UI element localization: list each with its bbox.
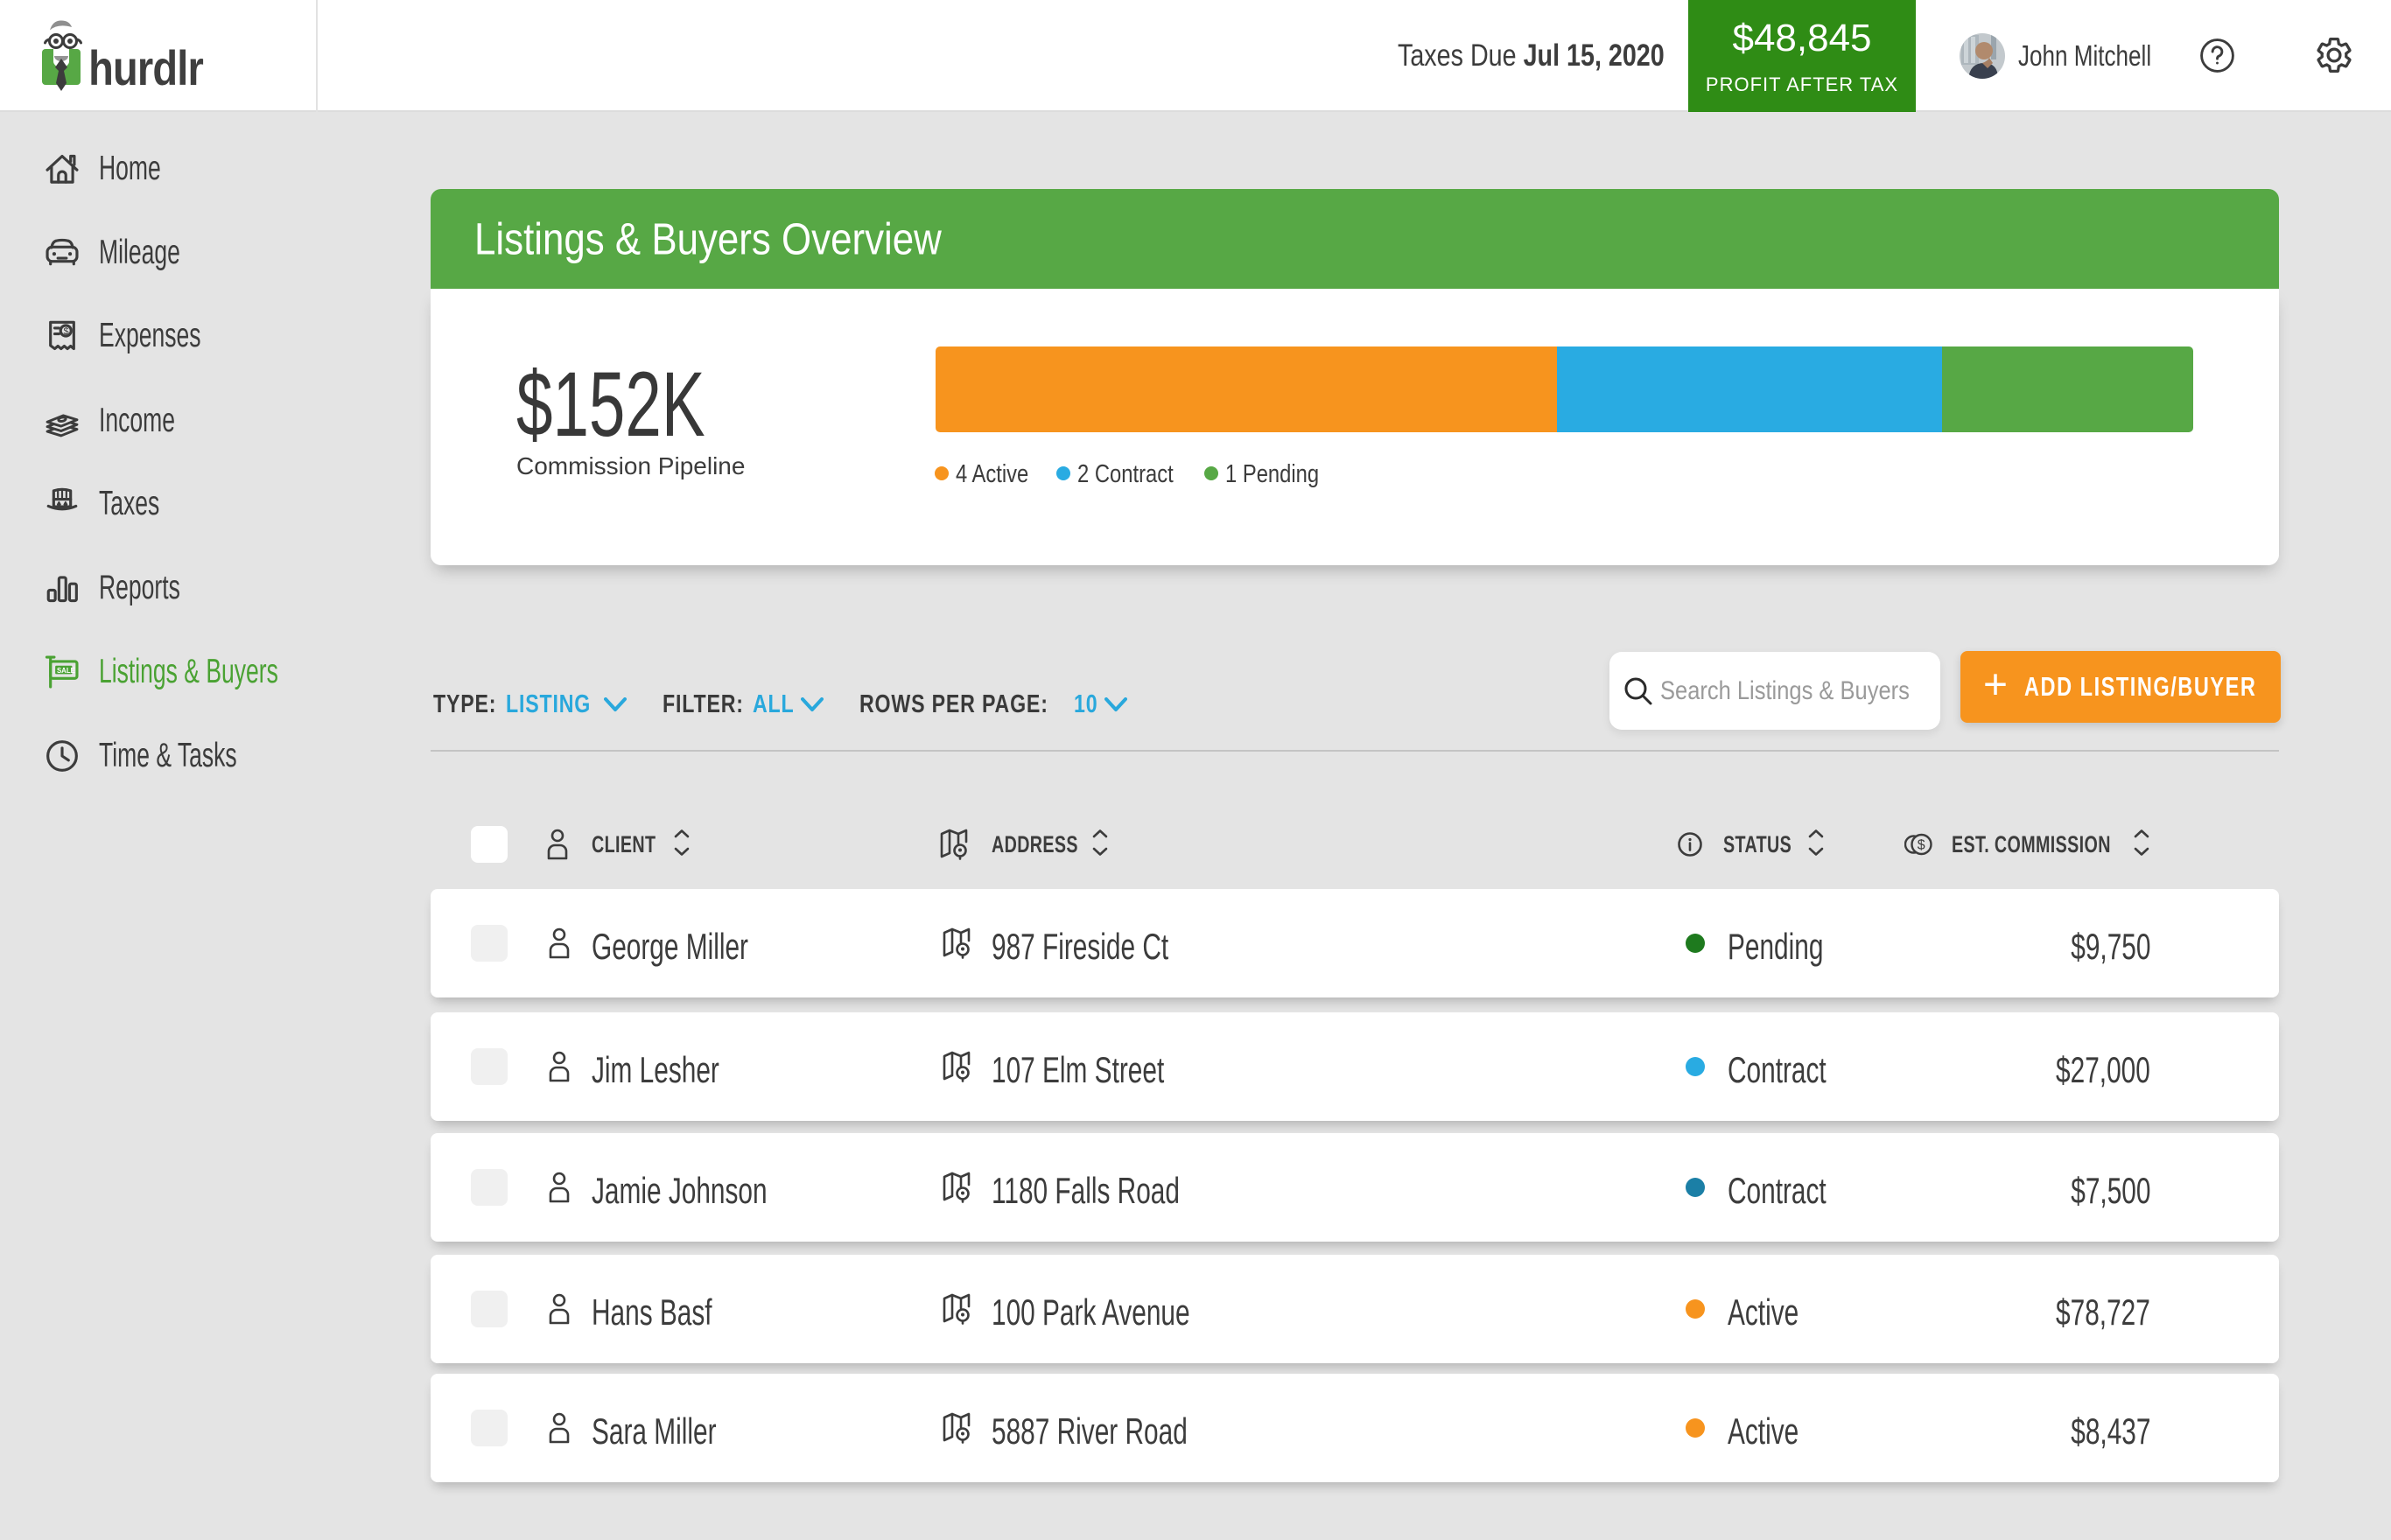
svg-text:$: $ — [1918, 838, 1925, 853]
svg-text:$: $ — [63, 326, 68, 337]
svg-text:SALE: SALE — [57, 667, 75, 675]
svg-text:hurdlr: hurdlr — [88, 40, 204, 95]
